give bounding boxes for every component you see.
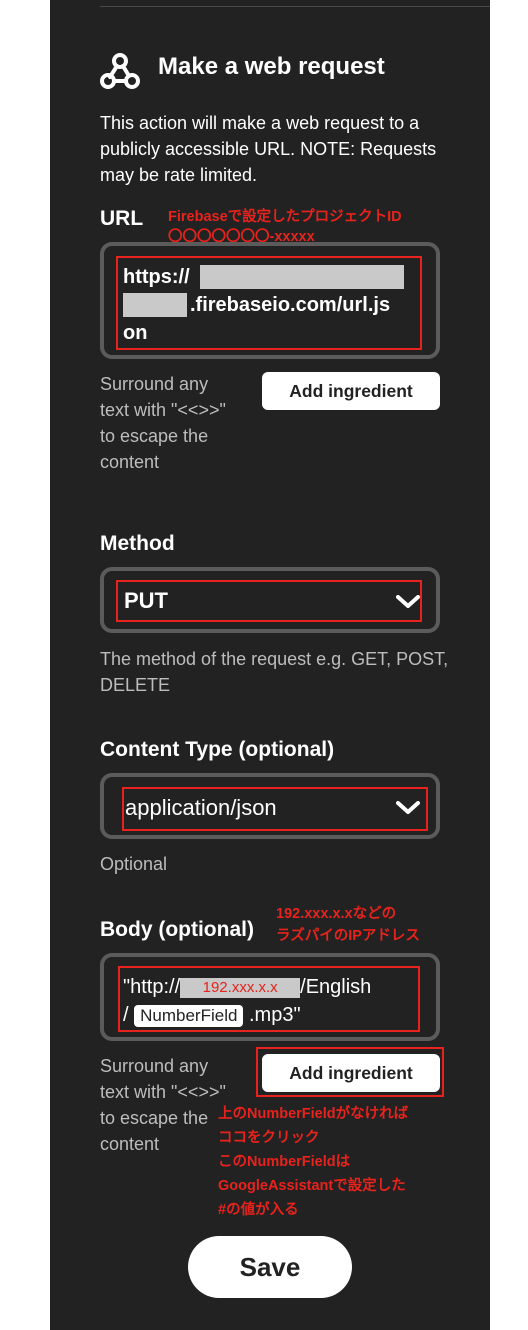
body-value-line: "http://192.xxx.x.x/English <box>123 973 371 1001</box>
action-description: This action will make a web request to a… <box>100 113 437 185</box>
url-annotation-line: Firebaseで設定したプロジェクトID <box>168 209 402 225</box>
body-annotation-line: 192.xxx.x.xなどの <box>276 906 397 922</box>
chevron-down-icon <box>396 595 420 608</box>
content-type-label: Content Type (optional) <box>100 738 335 761</box>
webhook-icon <box>100 53 140 89</box>
divider <box>100 6 490 7</box>
body-value-suffix: .mp3" <box>249 1004 301 1026</box>
body-value-path: /English <box>300 976 372 998</box>
body-field[interactable]: "http://192.xxx.x.x/English / NumberFiel… <box>100 953 440 1041</box>
url-value-line: .firebaseio.com/url.js <box>190 294 391 316</box>
page-title: Make a web request <box>158 53 385 80</box>
applet-panel: Make a web request This action will make… <box>50 0 490 1330</box>
add-ingredient-button[interactable]: Add ingredient <box>262 372 440 410</box>
method-helper-text: The method of the request e.g. GET, POST… <box>100 649 449 695</box>
url-field[interactable]: https:// .firebaseio.com/url.js on <box>100 242 440 359</box>
ingredient-annotation-line: GoogleAssistantで設定した <box>218 1178 406 1194</box>
ingredient-annotation-line: このNumberFieldは <box>218 1154 351 1170</box>
content-type-select[interactable]: application/json <box>100 773 440 839</box>
content-type-value: application/json <box>125 795 277 820</box>
body-value-prefix: "http:// <box>123 976 181 998</box>
body-annotation-line: ラズパイのIPアドレス <box>276 928 420 944</box>
url-label: URL <box>100 207 144 230</box>
body-label: Body (optional) <box>100 918 254 941</box>
method-label: Method <box>100 532 175 555</box>
body-annotation: 192.xxx.x.xなどの ラズパイのIPアドレス <box>276 903 420 947</box>
ingredient-annotation: 上のNumberFieldがなければ ココをクリック このNumberField… <box>218 1102 408 1222</box>
url-helper-text: Surround any text with "<<>>" to escape … <box>100 374 226 472</box>
ingredient-annotation-line: ココをクリック <box>218 1130 320 1146</box>
url-value-line: https:// <box>123 266 190 288</box>
chevron-down-icon <box>396 801 420 814</box>
redacted-ip: 192.xxx.x.x <box>180 977 301 998</box>
ingredient-chip[interactable]: NumberField <box>134 1004 244 1027</box>
body-value-slash: / <box>123 1004 129 1026</box>
ingredient-annotation-line: #の値が入る <box>218 1202 299 1218</box>
redacted-mask <box>123 293 187 317</box>
method-value: PUT <box>124 588 168 613</box>
add-ingredient-button[interactable]: Add ingredient <box>262 1054 440 1092</box>
body-value-line: / NumberField .mp3" <box>123 1001 301 1029</box>
ingredient-annotation-line: 上のNumberFieldがなければ <box>218 1106 409 1122</box>
content-type-helper-text: Optional <box>100 854 168 874</box>
save-button[interactable]: Save <box>188 1236 352 1298</box>
url-value-line: on <box>123 322 148 344</box>
redacted-mask <box>200 265 404 289</box>
method-select[interactable]: PUT <box>100 567 440 633</box>
